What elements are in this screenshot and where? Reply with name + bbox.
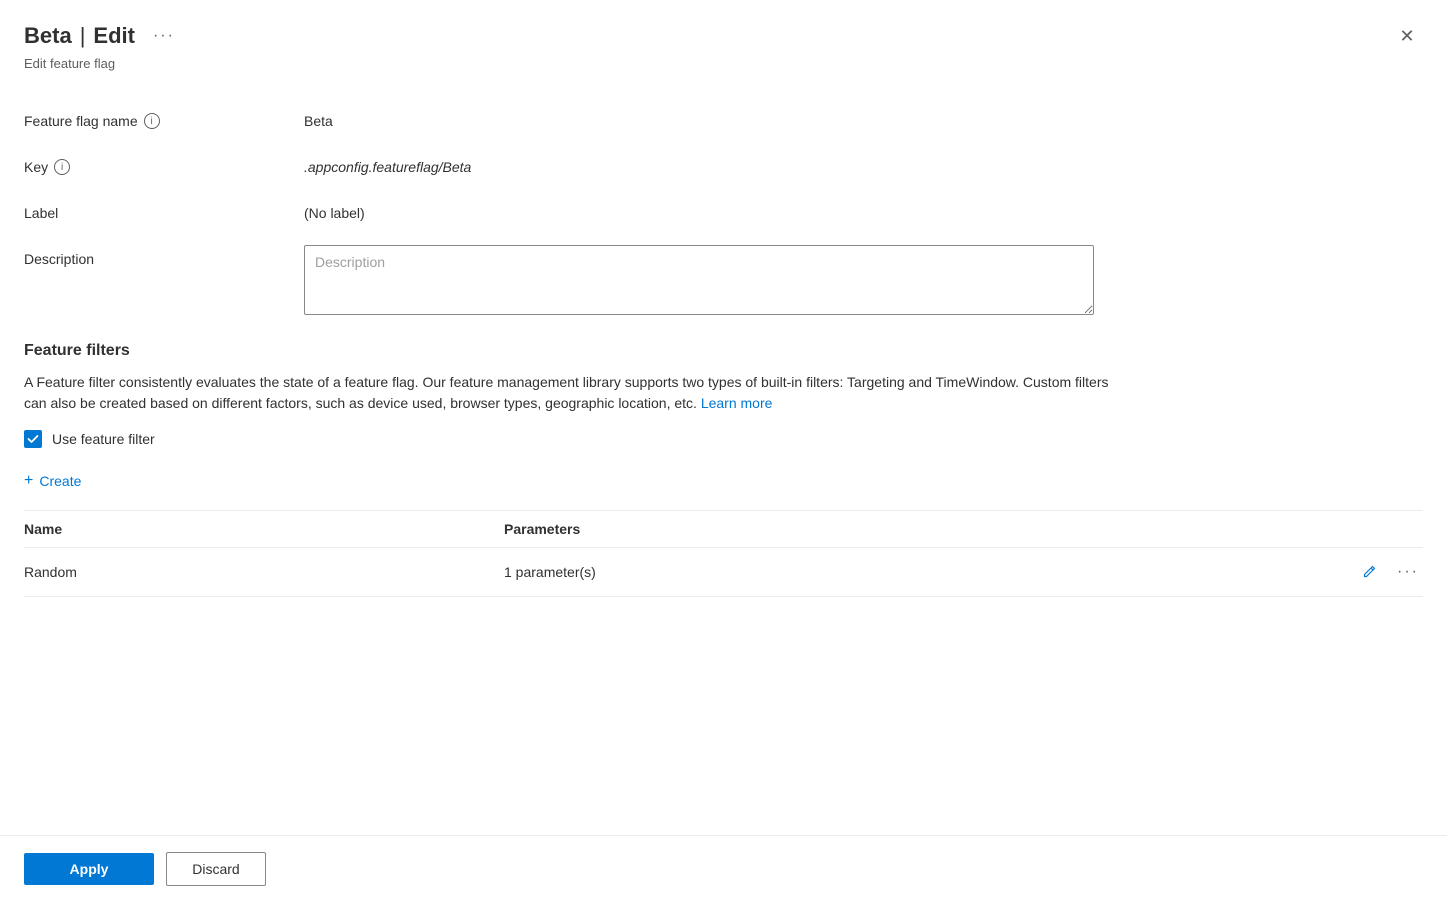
use-feature-filter-checkbox[interactable] [24, 430, 42, 448]
section-description-text: A Feature filter consistently evaluates … [24, 374, 1109, 411]
key-row: Key i .appconfig.featureflag/Beta [24, 153, 1423, 175]
label-row: Label (No label) [24, 199, 1423, 221]
row-actions: ··· [1357, 560, 1423, 584]
panel-title: Beta | Edit [24, 23, 135, 49]
col-name-header: Name [24, 521, 504, 537]
key-info-icon: i [54, 159, 70, 175]
apply-button[interactable]: Apply [24, 853, 154, 885]
panel-title-left: Beta | Edit ··· [24, 23, 175, 49]
title-beta: Beta [24, 23, 72, 49]
feature-flag-name-value: Beta [304, 107, 1423, 129]
description-input[interactable] [304, 245, 1094, 315]
row-name: Random [24, 564, 504, 580]
learn-more-link[interactable]: Learn more [701, 395, 773, 411]
row-parameters: 1 parameter(s) [504, 564, 1357, 580]
filters-table: Name Parameters Random 1 parameter(s) [24, 510, 1423, 597]
description-label: Description [24, 245, 304, 267]
plus-icon: + [24, 472, 33, 490]
discard-button[interactable]: Discard [166, 852, 266, 886]
feature-flag-name-info-icon: i [144, 113, 160, 129]
edit-panel: Beta | Edit ··· ✕ Edit feature flag Feat… [0, 0, 1447, 902]
close-button[interactable]: ✕ [1391, 20, 1423, 52]
close-icon: ✕ [1399, 26, 1414, 47]
label-label: Label [24, 199, 304, 221]
panel-body: Feature flag name i Beta Key i .appconfi… [0, 87, 1447, 835]
use-feature-filter-label: Use feature filter [52, 431, 155, 447]
title-edit: Edit [93, 23, 135, 49]
col-params-header: Parameters [504, 521, 1423, 537]
section-title: Feature filters [24, 342, 1423, 360]
feature-flag-name-row: Feature flag name i Beta [24, 107, 1423, 129]
edit-filter-button[interactable] [1357, 560, 1381, 584]
checkmark-icon [27, 433, 39, 445]
table-header: Name Parameters [24, 511, 1423, 548]
pencil-icon [1361, 564, 1377, 580]
use-feature-filter-row[interactable]: Use feature filter [24, 430, 1423, 448]
title-separator: | [80, 23, 86, 49]
create-label: Create [39, 473, 81, 489]
panel-header: Beta | Edit ··· ✕ Edit feature flag [0, 0, 1447, 87]
more-options-icon[interactable]: ··· [153, 27, 175, 45]
label-value: (No label) [304, 199, 1423, 221]
create-filter-button[interactable]: + Create [24, 468, 81, 494]
feature-flag-name-label: Feature flag name i [24, 107, 304, 129]
feature-filters-section: Feature filters A Feature filter consist… [24, 342, 1423, 597]
description-input-wrapper [304, 245, 1423, 318]
key-value: .appconfig.featureflag/Beta [304, 153, 1423, 175]
section-description: A Feature filter consistently evaluates … [24, 372, 1124, 414]
table-row: Random 1 parameter(s) ··· [24, 548, 1423, 597]
more-filter-actions-button[interactable]: ··· [1393, 561, 1423, 583]
panel-subtitle: Edit feature flag [24, 56, 1423, 71]
description-row: Description [24, 245, 1423, 318]
panel-footer: Apply Discard [0, 835, 1447, 902]
key-label: Key i [24, 153, 304, 175]
